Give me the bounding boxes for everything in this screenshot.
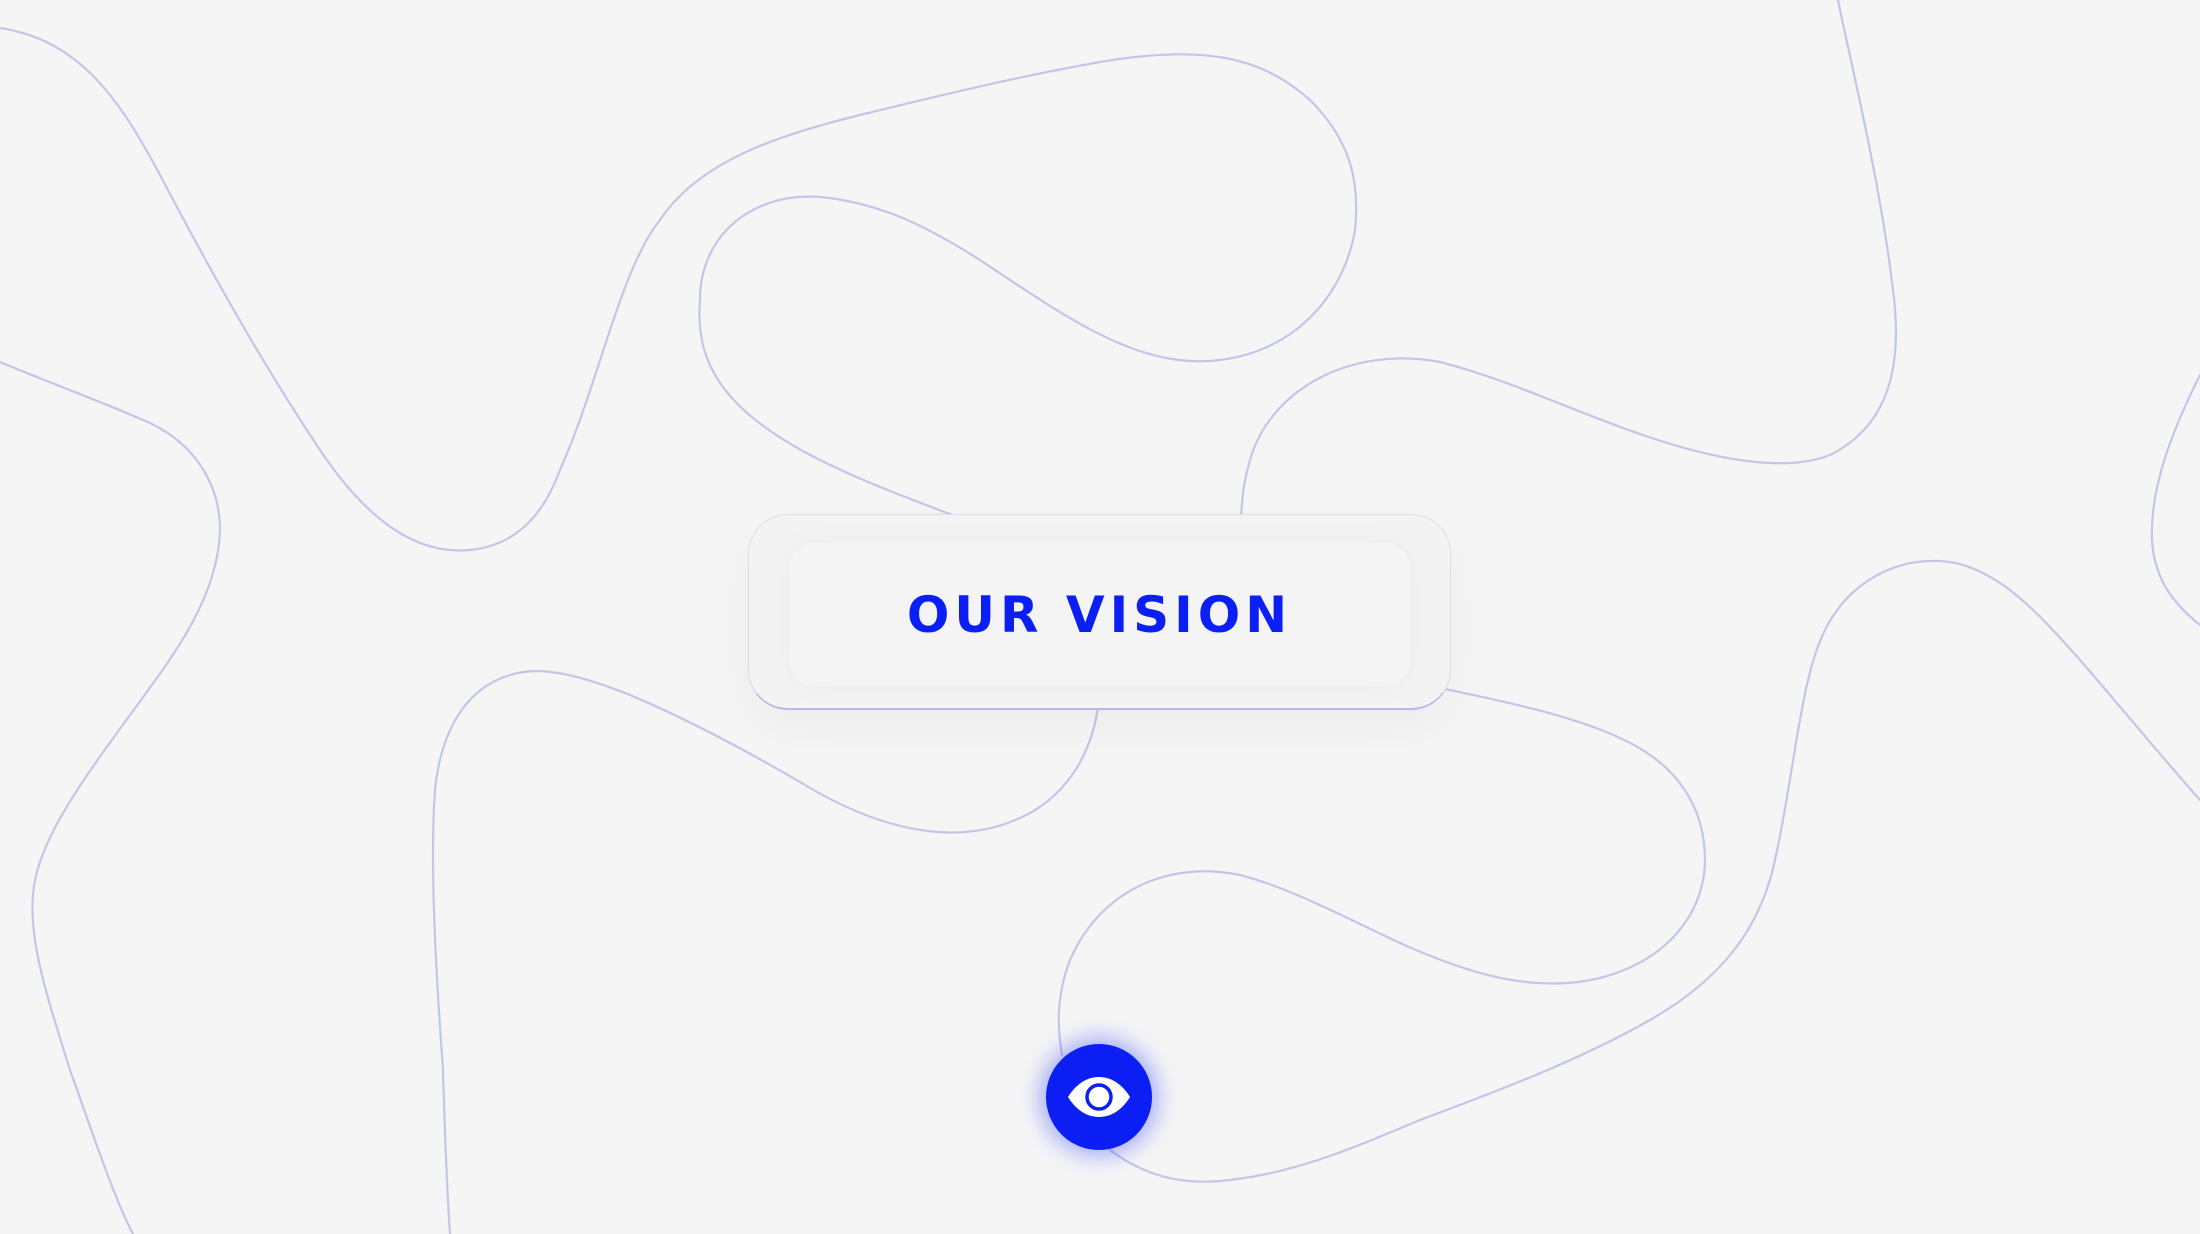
page: OUR VISION <box>0 0 2200 1234</box>
decor-line <box>0 26 1358 552</box>
decor-line <box>2150 373 2200 627</box>
decor-line <box>431 669 1102 1234</box>
vision-heading-card: OUR VISION <box>748 514 1451 710</box>
decor-line <box>0 360 222 1234</box>
eye-button[interactable] <box>1046 1044 1152 1150</box>
decor-line <box>1057 678 1707 1057</box>
eye-icon <box>1068 1077 1130 1117</box>
vision-heading-inner: OUR VISION <box>789 543 1410 686</box>
page-title: OUR VISION <box>906 585 1293 644</box>
decor-line <box>1240 0 1897 542</box>
